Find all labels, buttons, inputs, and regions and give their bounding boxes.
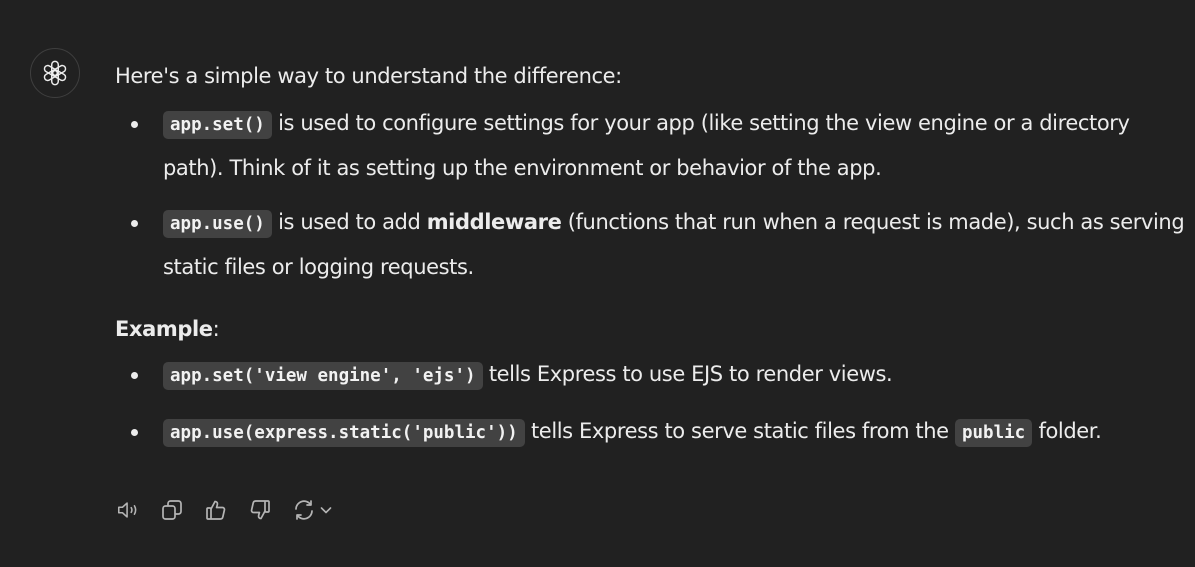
list-item-text: tells Express to use EJS to render views…	[482, 362, 893, 386]
list-item-text: is used to configure settings for your a…	[163, 111, 1130, 180]
assistant-avatar	[30, 48, 80, 98]
speaker-icon	[117, 502, 137, 518]
message-intro: Here's a simple way to understand the di…	[115, 64, 622, 88]
message-actions	[116, 496, 334, 524]
example-list: app.set('view engine', 'ejs') tells Expr…	[115, 353, 1185, 455]
explanation-list: app.set() is used to configure settings …	[115, 102, 1185, 289]
list-item: app.use() is used to add middleware (fun…	[115, 201, 1185, 289]
assistant-message: Here's a simple way to understand the di…	[115, 58, 1185, 455]
list-item-text: is used to add	[271, 210, 427, 234]
regenerate-icon	[295, 500, 313, 520]
bold-term: middleware	[426, 210, 562, 234]
list-item-text: folder.	[1032, 419, 1102, 443]
thumbs-up-icon	[206, 500, 226, 520]
openai-logo-icon	[43, 60, 67, 86]
inline-code: app.set('view engine', 'ejs')	[163, 362, 483, 390]
copy-button[interactable]	[160, 496, 184, 524]
inline-code: app.use()	[163, 210, 272, 238]
good-response-button[interactable]	[204, 496, 228, 524]
inline-code: public	[954, 419, 1033, 447]
inline-code: app.set()	[163, 111, 272, 139]
thumbs-down-icon	[250, 500, 270, 520]
inline-code: app.use(express.static('public'))	[163, 419, 525, 447]
copy-icon	[162, 500, 182, 520]
list-item: app.set() is used to configure settings …	[115, 102, 1185, 190]
chevron-down-icon	[320, 507, 332, 514]
bad-response-button[interactable]	[248, 496, 272, 524]
read-aloud-button[interactable]	[116, 496, 140, 524]
list-item: app.set('view engine', 'ejs') tells Expr…	[115, 353, 1185, 398]
example-heading: Example:	[115, 317, 220, 341]
regenerate-button[interactable]	[292, 498, 334, 522]
list-item: app.use(express.static('public')) tells …	[115, 410, 1185, 455]
list-item-text: tells Express to serve static files from…	[524, 419, 955, 443]
